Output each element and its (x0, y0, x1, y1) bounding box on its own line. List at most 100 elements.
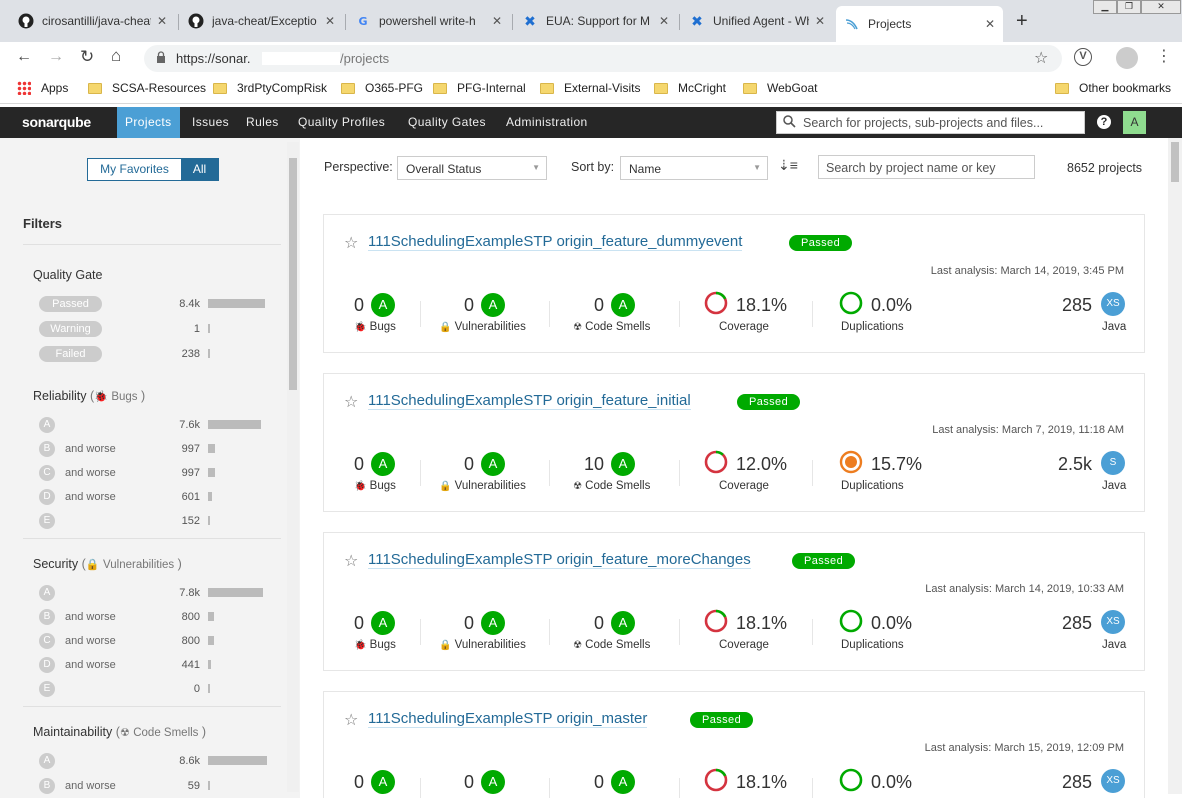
close-icon[interactable]: ✕ (325, 14, 335, 28)
vulnerabilities-count[interactable]: 0 (444, 613, 474, 634)
nav-projects[interactable]: Projects (117, 107, 180, 138)
rating-badge-e[interactable]: E (39, 513, 55, 529)
vulnerabilities-count[interactable]: 0 (444, 772, 474, 793)
nav-quality-gates[interactable]: Quality Gates (400, 107, 494, 138)
bookmark-folder[interactable]: 3rdPtyCompRisk (213, 81, 327, 95)
coverage-value[interactable]: 18.1% (736, 613, 787, 634)
vulnerabilities-count[interactable]: 0 (444, 295, 474, 316)
close-icon[interactable]: ✕ (157, 14, 167, 28)
browser-tab[interactable]: ✖ EUA: Support for M ✕ (514, 6, 677, 36)
close-icon[interactable]: ✕ (492, 14, 502, 28)
browser-tab[interactable]: cirosantilli/java-cheat ✕ (10, 6, 175, 36)
quality-gate-warning-pill[interactable]: Warning (39, 321, 102, 337)
all-button[interactable]: All (181, 159, 218, 180)
bookmark-folder[interactable]: SCSA-Resources (88, 81, 206, 95)
rating-badge-b[interactable]: B (39, 778, 55, 794)
code-smells-count[interactable]: 10 (574, 454, 604, 475)
my-favorites-button[interactable]: My Favorites (88, 159, 181, 180)
coverage-value[interactable]: 18.1% (736, 295, 787, 316)
rating-badge-d[interactable]: D (39, 489, 55, 505)
browser-tab[interactable]: G powershell write-h ✕ (347, 6, 510, 36)
duplications-value[interactable]: 0.0% (871, 772, 912, 793)
bookmark-folder[interactable]: PFG-Internal (433, 81, 526, 95)
favorite-star-icon[interactable]: ☆ (344, 392, 358, 412)
rating-badge-c[interactable]: C (39, 465, 55, 481)
bookmark-folder[interactable]: External-Visits (540, 81, 640, 95)
rating-badge-c[interactable]: C (39, 633, 55, 649)
forward-icon[interactable]: → (48, 48, 64, 66)
new-tab-icon[interactable]: + (1016, 10, 1028, 33)
quality-gate-failed-pill[interactable]: Failed (39, 346, 102, 362)
browser-tab-active[interactable]: Projects ✕ (836, 6, 1003, 42)
sidebar-scrollbar[interactable] (287, 142, 299, 792)
maximize-icon[interactable]: ❐ (1117, 0, 1141, 14)
browser-tab[interactable]: ✖ Unified Agent - Wh ✕ (681, 6, 833, 36)
bookmark-folder[interactable]: McCright (654, 81, 726, 95)
quality-gate-passed-pill[interactable]: Passed (39, 296, 102, 312)
perspective-select[interactable]: Overall Status ▼ (397, 156, 547, 180)
rating-badge-a[interactable]: A (39, 585, 55, 601)
rating-badge-e[interactable]: E (39, 681, 55, 697)
project-search-input[interactable]: Search by project name or key (818, 155, 1035, 179)
bookmark-apps[interactable]: Apps (17, 81, 68, 95)
bugs-count[interactable]: 0 (344, 295, 364, 316)
duplications-value[interactable]: 0.0% (871, 295, 912, 316)
duplications-value[interactable]: 15.7% (871, 454, 922, 475)
browser-tab[interactable]: java-cheat/Exceptio ✕ (180, 6, 343, 36)
back-icon[interactable]: ← (16, 48, 32, 66)
help-icon[interactable]: ? (1097, 115, 1111, 129)
url-field[interactable]: https://sonar. /projects ☆ (144, 45, 1062, 72)
nav-quality-profiles[interactable]: Quality Profiles (290, 107, 393, 138)
favorite-star-icon[interactable]: ☆ (344, 551, 358, 571)
sort-direction-icon[interactable]: ⇣≡ (778, 157, 798, 174)
avatar[interactable]: A (1123, 111, 1146, 134)
coverage-value[interactable]: 12.0% (736, 454, 787, 475)
extension-icon[interactable]: V (1074, 48, 1092, 66)
reload-icon[interactable]: ↻ (80, 47, 94, 67)
bugs-count[interactable]: 0 (344, 772, 364, 793)
bugs-count[interactable]: 0 (344, 454, 364, 475)
bookmark-folder[interactable]: WebGoat (743, 81, 817, 95)
nav-rules[interactable]: Rules (238, 107, 287, 138)
vulnerabilities-count[interactable]: 0 (444, 454, 474, 475)
rating-badge-a[interactable]: A (39, 417, 55, 433)
rating-badge-b[interactable]: B (39, 609, 55, 625)
favorite-star-icon[interactable]: ☆ (344, 233, 358, 253)
project-name-link[interactable]: 111SchedulingExampleSTP origin_feature_m… (368, 551, 751, 569)
sort-select[interactable]: Name ▼ (620, 156, 768, 180)
and-worse-label: and worse (65, 467, 116, 479)
bookmark-folder[interactable]: O365-PFG (341, 81, 423, 95)
bugs-count[interactable]: 0 (344, 613, 364, 634)
close-icon[interactable]: ✕ (659, 14, 669, 28)
last-analysis-date: Last analysis: March 15, 2019, 12:09 PM (924, 742, 1124, 754)
nav-issues[interactable]: Issues (184, 107, 237, 138)
sonarqube-logo[interactable]: sonarqube (22, 114, 91, 130)
rating-badge-a[interactable]: A (39, 753, 55, 769)
project-name-link[interactable]: 111SchedulingExampleSTP origin_master (368, 710, 648, 728)
menu-dots-icon[interactable]: ⋮ (1156, 46, 1172, 66)
page-scrollbar[interactable] (1168, 138, 1182, 794)
home-icon[interactable]: ⌂ (111, 46, 121, 66)
divider (812, 778, 813, 798)
rating-badge-d[interactable]: D (39, 657, 55, 673)
star-icon[interactable]: ☆ (1034, 48, 1048, 68)
close-icon[interactable]: ✕ (985, 17, 995, 31)
scrollbar-thumb[interactable] (289, 158, 297, 390)
profile-icon[interactable] (1116, 47, 1138, 69)
code-smells-count[interactable]: 0 (574, 772, 604, 793)
close-window-icon[interactable]: ✕ (1141, 0, 1181, 14)
bookmark-other[interactable]: Other bookmarks (1055, 81, 1171, 95)
project-name-link[interactable]: 111SchedulingExampleSTP origin_feature_i… (368, 392, 691, 410)
global-search-input[interactable]: Search for projects, sub-projects and fi… (776, 111, 1085, 134)
project-name-link[interactable]: 111SchedulingExampleSTP origin_feature_d… (368, 233, 743, 251)
close-icon[interactable]: ✕ (815, 14, 825, 28)
code-smells-count[interactable]: 0 (574, 295, 604, 316)
rating-badge-b[interactable]: B (39, 441, 55, 457)
nav-administration[interactable]: Administration (498, 107, 596, 138)
duplications-value[interactable]: 0.0% (871, 613, 912, 634)
favorite-star-icon[interactable]: ☆ (344, 710, 358, 730)
coverage-value[interactable]: 18.1% (736, 772, 787, 793)
code-smells-count[interactable]: 0 (574, 613, 604, 634)
minimize-icon[interactable]: ▁ (1093, 0, 1117, 14)
scrollbar-thumb[interactable] (1171, 142, 1179, 182)
